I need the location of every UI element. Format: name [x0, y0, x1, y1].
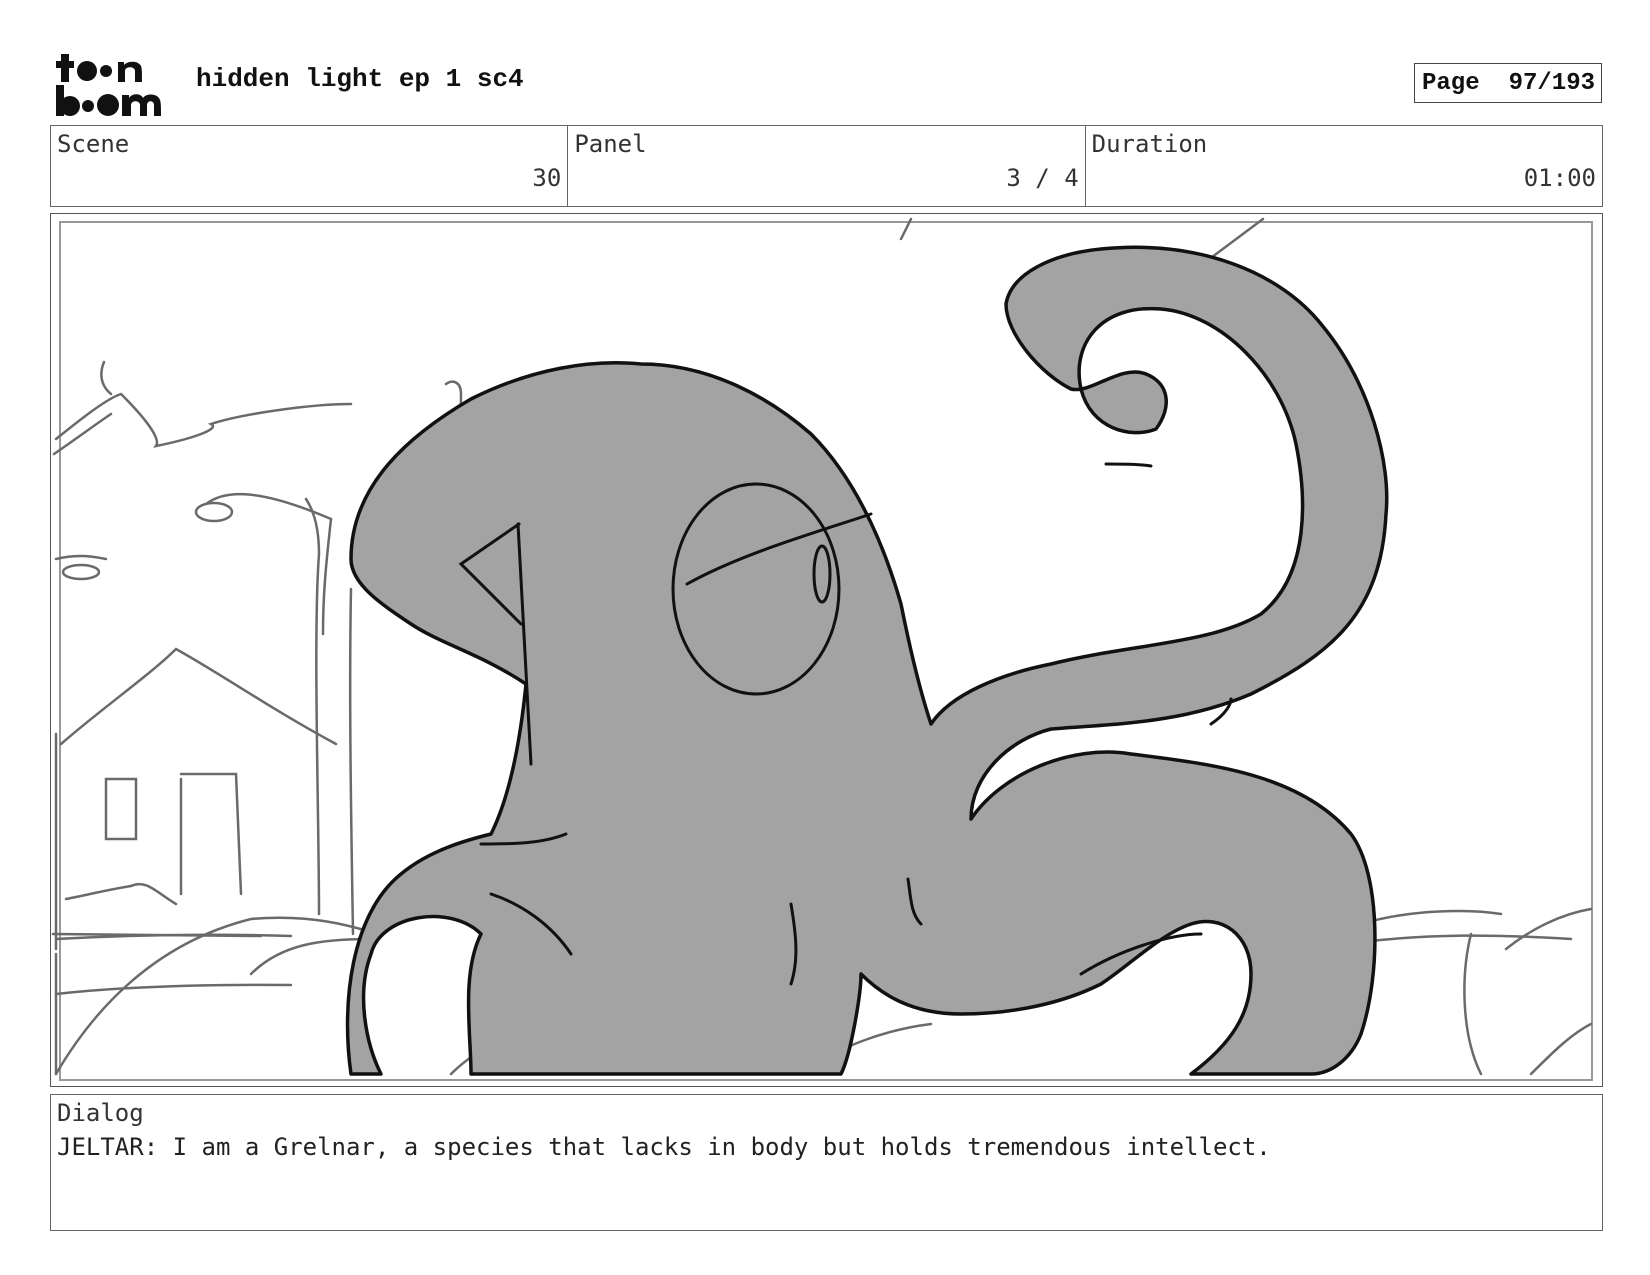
duration-cell: Duration 01:00 — [1086, 126, 1602, 206]
dialog-box: Dialog JELTAR: I am a Grelnar, a species… — [50, 1094, 1603, 1231]
document-title: hidden light ep 1 sc4 — [196, 64, 524, 94]
panel-info-row: Scene 30 Panel 3 / 4 Duration 01:00 — [50, 125, 1603, 207]
scene-label: Scene — [57, 130, 130, 158]
scene-cell: Scene 30 — [51, 126, 569, 206]
panel-label: Panel — [574, 130, 647, 158]
page-label: Page — [1422, 69, 1480, 97]
dialog-label: Dialog — [57, 1099, 144, 1127]
panel-value: 3 / 4 — [1006, 164, 1079, 192]
duration-value: 01:00 — [1523, 164, 1596, 192]
storyboard-panel — [50, 213, 1603, 1087]
scene-value: 30 — [532, 164, 562, 192]
toon-boom-logo — [54, 52, 172, 118]
dialog-text: JELTAR: I am a Grelnar, a species that l… — [57, 1133, 1271, 1161]
panel-cell: Panel 3 / 4 — [568, 126, 1086, 206]
duration-label: Duration — [1091, 130, 1208, 158]
page-indicator: Page 97/193 — [1414, 63, 1602, 103]
page-number: 97/193 — [1508, 69, 1595, 97]
storyboard-sketch-icon — [51, 217, 1593, 1081]
logo-icon — [56, 54, 161, 116]
